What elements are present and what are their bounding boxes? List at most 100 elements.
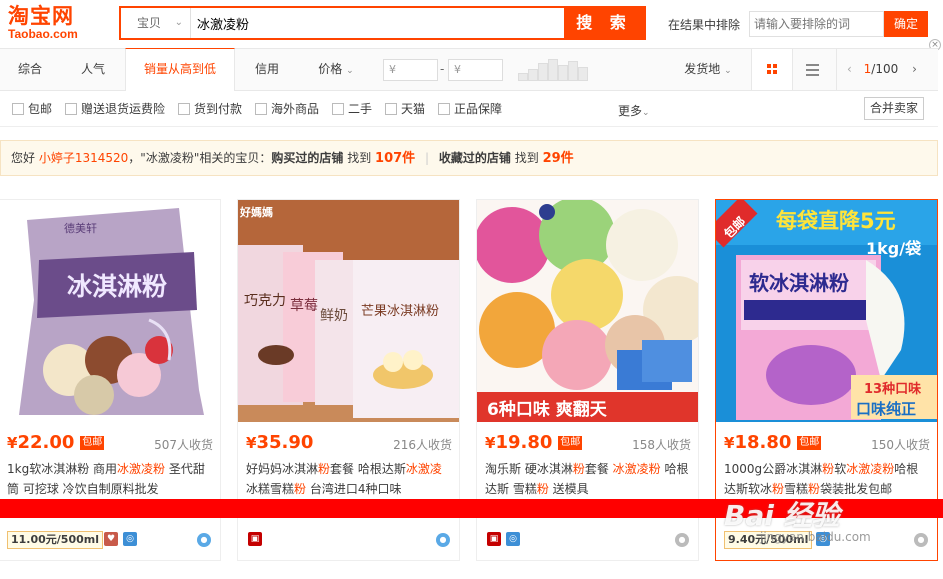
sales-count: 216人收货	[393, 438, 452, 452]
pager: ‹ 1/100 ›	[836, 49, 938, 90]
wangwang-chat-icon[interactable]: ●	[436, 533, 450, 547]
filter-genuine[interactable]: 正品保障	[438, 102, 502, 116]
notice-count-bought[interactable]: 107件	[375, 151, 415, 166]
filter-secondhand[interactable]: 二手	[332, 102, 372, 116]
product-image[interactable]: 巧克力 草莓 鲜奶 芒果冰淇淋粉 好媽媽	[238, 200, 459, 422]
free-shipping-badge: 包邮	[558, 436, 583, 450]
box-label: 鲜奶	[320, 308, 348, 324]
product-title[interactable]: 淘乐斯 硬冰淇淋粉套餐 冰激凌粉 哈根达斯 雪糕粉 送模具	[485, 459, 691, 499]
price-row: ¥22.00 包邮 507人收货	[7, 432, 217, 454]
personalized-notice: 您好 小婷子1314520，"冰激凌粉"相关的宝贝：购买过的店铺 找到 107件…	[0, 140, 938, 176]
product-image[interactable]: 6种口味 爽翻天	[477, 200, 698, 422]
price: ¥19.80	[485, 432, 553, 453]
search-button[interactable]: 搜 索	[564, 6, 644, 40]
filter-label: 货到付款	[194, 102, 243, 116]
chevron-down-icon: ⌄	[174, 17, 183, 28]
bag-label: 软冰淇淋粉	[749, 271, 849, 295]
chevron-down-icon: ⌄	[724, 66, 732, 76]
taobao-logo[interactable]: 淘宝网 Taobao.com	[8, 4, 108, 42]
more-filters-link[interactable]: 更多⌄	[618, 102, 650, 119]
ship-from-label: 发货地	[684, 62, 721, 76]
search-category-select[interactable]: 宝贝 ⌄	[121, 8, 191, 38]
tab-sales[interactable]: 销量从高到低	[125, 48, 235, 91]
sales-count: 158人收货	[632, 438, 691, 452]
brand-logo: 好媽媽	[239, 205, 273, 219]
tab-comprehensive[interactable]: 综合	[0, 49, 60, 90]
filter-label: 二手	[348, 102, 373, 116]
search-input[interactable]	[191, 8, 566, 38]
price: ¥35.90	[246, 432, 314, 453]
tmall-icon[interactable]: ▣	[248, 532, 262, 546]
wangwang-chat-icon[interactable]: ●	[675, 533, 689, 547]
checkbox[interactable]	[385, 103, 397, 115]
next-page-icon[interactable]: ›	[912, 62, 917, 76]
grid-view-icon[interactable]	[751, 49, 793, 90]
price: ¥22.00	[7, 432, 75, 453]
exclude-input[interactable]	[749, 11, 884, 37]
price-row: ¥18.80 包邮 150人收货	[724, 432, 934, 454]
tab-price-label: 价格	[318, 62, 343, 76]
search-category-label: 宝贝	[137, 16, 162, 30]
price-dash: -	[440, 62, 445, 76]
list-view-icon[interactable]	[806, 64, 819, 76]
notice-count-fav[interactable]: 29件	[543, 151, 574, 166]
heart-shop-icon[interactable]: ♥	[104, 532, 118, 546]
product-bottom-row: ▣ ●	[246, 531, 454, 551]
watermark-main: Bai 经验	[724, 499, 840, 532]
checkbox[interactable]	[12, 103, 24, 115]
filter-free-shipping[interactable]: 包邮	[12, 102, 52, 116]
product-title[interactable]: 1kg软冰淇淋粉 商用冰激凌粉 圣代甜筒 可挖球 冷饮自制原料批发	[7, 459, 213, 499]
prev-page-icon[interactable]: ‹	[847, 62, 852, 76]
checkbox[interactable]	[332, 103, 344, 115]
search-box: 宝贝 ⌄ 搜 索	[119, 6, 646, 40]
price-min-input[interactable]: ¥	[383, 59, 438, 81]
product-image[interactable]: 冰淇淋粉 德美轩	[0, 200, 220, 422]
logo-text-cn: 淘宝网	[8, 4, 74, 28]
notice-username[interactable]: 小婷子1314520	[39, 151, 128, 165]
wangwang-chat-icon[interactable]: ●	[197, 533, 211, 547]
filter-overseas[interactable]: 海外商品	[255, 102, 319, 116]
price-range-histogram[interactable]	[518, 59, 594, 81]
guarantee-icon[interactable]: ◎	[506, 532, 520, 546]
tab-credit[interactable]: 信用	[236, 49, 298, 90]
sort-bar: 综合 人气 销量从高到低 信用 价格 ⌄ ¥ - ¥ 发货地 ⌄ ‹ 1/100…	[0, 48, 938, 91]
tmall-icon[interactable]: ▣	[487, 532, 501, 546]
filter-tmall[interactable]: 天猫	[385, 102, 425, 116]
free-shipping-badge: 包邮	[80, 436, 105, 450]
notice-bought-label: 购买过的店铺	[271, 151, 344, 165]
bag-brand: 德美轩	[64, 221, 97, 235]
checkbox[interactable]	[178, 103, 190, 115]
price-row: ¥19.80 包邮 158人收货	[485, 432, 695, 454]
tab-popularity[interactable]: 人气	[62, 49, 124, 90]
promo-banner: 每袋直降5元	[776, 209, 896, 233]
product-title[interactable]: 1000g公爵冰淇淋粉软冰激凌粉哈根达斯软冰粉雪糕粉袋装批发包邮	[724, 459, 930, 499]
exclude-confirm-button[interactable]: 确定	[884, 11, 928, 37]
price-max-input[interactable]: ¥	[448, 59, 503, 81]
banner-text: 6种口味 爽翻天	[487, 399, 608, 420]
notice-greeting: 您好	[11, 151, 36, 165]
product-bottom-row: ▣ ◎ ●	[485, 531, 693, 551]
product-image[interactable]: 每袋直降5元 1kg/袋 包邮 软冰淇淋粉 13种口味 口味纯正	[716, 200, 937, 422]
sales-count: 507人收货	[154, 438, 213, 452]
filter-label: 赠送退货运费险	[81, 102, 166, 116]
filter-return-insurance[interactable]: 赠送退货运费险	[65, 102, 165, 116]
watermark-sub: jingyan.baidu.com	[760, 530, 871, 544]
notice-fav-label: 收藏过的店铺	[438, 151, 511, 165]
product-title[interactable]: 好妈妈冰淇淋粉套餐 哈根达斯冰激凌冰糕雪糕粉 台湾进口4种口味	[246, 459, 452, 499]
sales-count: 150人收货	[871, 438, 930, 452]
box-label: 巧克力	[244, 293, 286, 309]
checkbox[interactable]	[65, 103, 77, 115]
baidu-jingyan-watermark: Bai 经验 jingyan.baidu.com	[724, 494, 934, 552]
tab-price[interactable]: 价格 ⌄	[300, 49, 372, 90]
free-shipping-badge: 包邮	[797, 436, 822, 450]
guarantee-icon[interactable]: ◎	[123, 532, 137, 546]
box-label: 芒果冰淇淋粉	[361, 303, 439, 319]
filter-bar: 包邮 赠送退货运费险 货到付款 海外商品 二手 天猫 正品保障 更多⌄ 合并卖家	[0, 91, 938, 127]
checkbox[interactable]	[255, 103, 267, 115]
ship-from-select[interactable]: 发货地 ⌄	[676, 49, 740, 90]
notice-found: 找到	[347, 151, 372, 165]
checkbox[interactable]	[438, 103, 450, 115]
taste-label: 口味纯正	[856, 400, 916, 418]
merge-sellers-button[interactable]: 合并卖家	[864, 97, 924, 120]
filter-cod[interactable]: 货到付款	[178, 102, 242, 116]
